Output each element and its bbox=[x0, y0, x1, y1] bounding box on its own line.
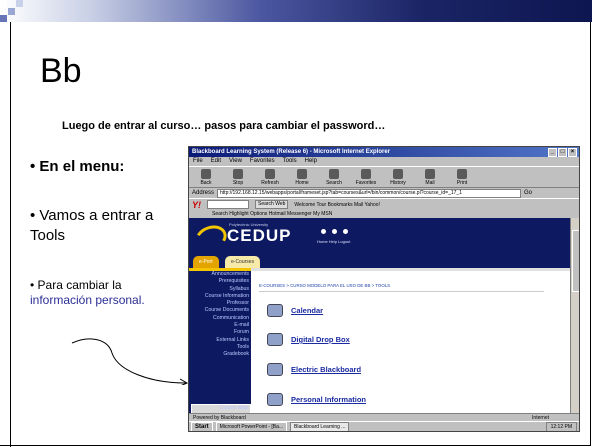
sidebar-item-email[interactable]: E-mail bbox=[189, 322, 251, 329]
vertical-scrollbar[interactable] bbox=[570, 218, 579, 413]
yahoo-logo: Y! bbox=[192, 199, 201, 210]
site-tabs: e-Port e-Courses bbox=[189, 254, 573, 268]
cedup-swoosh-icon bbox=[191, 221, 231, 255]
calendar-icon bbox=[267, 304, 283, 317]
tool-calendar[interactable]: Calendar bbox=[267, 304, 323, 317]
yahoo-search-button[interactable]: Search Web bbox=[255, 200, 289, 209]
print-button[interactable]: Print bbox=[451, 167, 473, 187]
window-titlebar: Blackboard Learning System (Release 6) -… bbox=[189, 147, 579, 157]
taskbar-powerpoint[interactable]: Microsoft PowerPoint - [Ba... bbox=[215, 422, 288, 431]
stop-button[interactable]: Stop bbox=[227, 167, 249, 187]
scrollbar-thumb[interactable] bbox=[572, 230, 579, 292]
stop-icon bbox=[233, 169, 243, 179]
drop-box-icon bbox=[267, 333, 283, 346]
taskbar-blackboard[interactable]: Blackboard Learning ... bbox=[290, 422, 350, 431]
start-button[interactable]: Start bbox=[191, 422, 213, 431]
menu-view[interactable]: View bbox=[229, 157, 242, 166]
tool-personal-information[interactable]: Personal Information bbox=[267, 393, 366, 406]
site-logo: CEDUP bbox=[227, 226, 292, 245]
browser-toolbar: Back Stop Refresh Home Search Favorites … bbox=[189, 166, 579, 188]
course-sidebar: Announcements Prerequisites Syllabus Cou… bbox=[189, 268, 251, 416]
sidebar-item-tools[interactable]: Tools bbox=[189, 344, 251, 351]
back-icon bbox=[201, 169, 211, 179]
menu-edit[interactable]: Edit bbox=[211, 157, 221, 166]
menu-favorites[interactable]: Favorites bbox=[250, 157, 275, 166]
minimize-icon[interactable]: _ bbox=[548, 148, 557, 157]
taskbar-clock: 12:12 PM bbox=[545, 422, 577, 431]
msn-toolbar-links[interactable]: Search Highlight Options Hotmail Messeng… bbox=[212, 211, 332, 217]
address-bar: Address http://192.168.12.15/webapps/por… bbox=[189, 188, 579, 198]
mail-button[interactable]: Mail bbox=[419, 167, 441, 187]
history-icon bbox=[393, 169, 403, 179]
tool-digital-drop-box[interactable]: Digital Drop Box bbox=[267, 333, 350, 346]
browser-screenshot: Blackboard Learning System (Release 6) -… bbox=[188, 146, 580, 432]
menu-bar: File Edit View Favorites Tools Help bbox=[189, 157, 579, 166]
breadcrumb[interactable]: E-COURSES > CURSO MODELO PARA EL USO DE … bbox=[259, 283, 390, 288]
sidebar-item-announcements[interactable]: Announcements bbox=[189, 271, 251, 278]
tab-e-courses[interactable]: e-Courses bbox=[225, 256, 261, 268]
status-bar: Powered by Blackboard Internet bbox=[189, 413, 579, 421]
deco-square bbox=[0, 15, 7, 22]
tools-content: E-COURSES > CURSO MODELO PARA EL USO DE … bbox=[251, 268, 573, 416]
tab-e-port[interactable]: e-Port bbox=[193, 256, 219, 268]
back-button[interactable]: Back bbox=[195, 167, 217, 187]
slide-subtitle: Luego de entrar al curso… pasos para cam… bbox=[62, 120, 386, 132]
favorites-button[interactable]: Favorites bbox=[355, 167, 377, 187]
yahoo-search-input[interactable] bbox=[207, 200, 249, 209]
sidebar-item-communication[interactable]: Communication bbox=[189, 315, 251, 322]
sidebar-item-course-documents[interactable]: Course Documents bbox=[189, 307, 251, 314]
favorites-icon bbox=[361, 169, 371, 179]
home-icon[interactable] bbox=[321, 229, 326, 234]
sidebar-item-course-information[interactable]: Course Information bbox=[189, 293, 251, 300]
header-links[interactable]: Home Help Logout bbox=[317, 239, 350, 244]
slide-header-bar bbox=[0, 0, 592, 22]
sidebar-item-external-links[interactable]: External Links bbox=[189, 337, 251, 344]
mail-icon bbox=[425, 169, 435, 179]
sidebar-item-gradebook[interactable]: Gradebook bbox=[189, 351, 251, 358]
deco-square bbox=[0, 0, 7, 7]
menu-file[interactable]: File bbox=[193, 157, 203, 166]
breadcrumb-divider bbox=[259, 291, 544, 292]
blackboard-icon bbox=[267, 363, 283, 376]
personal-info-icon bbox=[267, 393, 283, 406]
address-input[interactable]: http://192.168.12.15/webapps/portal/fram… bbox=[217, 188, 522, 198]
menu-help[interactable]: Help bbox=[305, 157, 317, 166]
deco-square bbox=[16, 0, 23, 7]
bullet-menu: • En el menu: bbox=[30, 158, 125, 175]
sidebar-item-syllabus[interactable]: Syllabus bbox=[189, 286, 251, 293]
menu-tools[interactable]: Tools bbox=[283, 157, 297, 166]
logout-icon[interactable] bbox=[343, 229, 348, 234]
address-label: Address bbox=[192, 190, 215, 196]
history-button[interactable]: History bbox=[387, 167, 409, 187]
print-icon bbox=[457, 169, 467, 179]
close-icon[interactable]: × bbox=[568, 148, 577, 157]
tool-electric-blackboard[interactable]: Electric Blackboard bbox=[267, 363, 361, 376]
go-button[interactable]: Go bbox=[524, 190, 532, 196]
header-icons bbox=[321, 229, 348, 234]
windows-taskbar: Start Microsoft PowerPoint - [Ba... Blac… bbox=[189, 421, 579, 431]
sidebar-item-professor[interactable]: Professor bbox=[189, 300, 251, 307]
maximize-icon[interactable]: □ bbox=[558, 148, 567, 157]
web-page: Polytechnic University CEDUP Home Help L… bbox=[189, 218, 573, 416]
site-header: Polytechnic University CEDUP Home Help L… bbox=[189, 218, 573, 255]
yahoo-toolbar: Y! Search Web Welcome Tour Bookmarks Mai… bbox=[189, 198, 579, 218]
slide-title: Bb bbox=[40, 52, 82, 90]
search-button[interactable]: Search bbox=[323, 167, 345, 187]
refresh-icon bbox=[265, 169, 275, 179]
sidebar-item-prerequisites[interactable]: Prerequisites bbox=[189, 278, 251, 285]
home-button[interactable]: Home bbox=[291, 167, 313, 187]
refresh-button[interactable]: Refresh bbox=[259, 167, 281, 187]
deco-square bbox=[8, 8, 15, 15]
bullet-personal-info: • Para cambiar la información personal. bbox=[30, 278, 145, 307]
sidebar-item-forum[interactable]: Forum bbox=[189, 329, 251, 336]
home-icon bbox=[297, 169, 307, 179]
help-icon[interactable] bbox=[332, 229, 337, 234]
search-icon bbox=[329, 169, 339, 179]
pointer-arrow bbox=[71, 338, 189, 385]
bullet-tools: • Vamos a entrar a Tools bbox=[30, 207, 154, 244]
left-rule bbox=[10, 22, 11, 447]
yahoo-toolbar-links[interactable]: Welcome Tour Bookmarks Mail Yahoo! bbox=[294, 202, 380, 208]
